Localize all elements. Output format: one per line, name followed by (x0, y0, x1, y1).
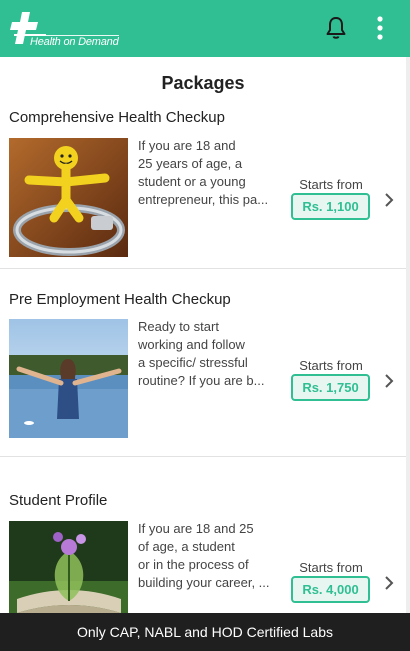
woman-lake-image (9, 319, 128, 438)
package-thumbnail (9, 319, 128, 438)
package-card[interactable]: Student Profile If you are 18 and 25 of … (0, 458, 406, 613)
price-badge[interactable]: Rs. 1,750 (291, 374, 370, 401)
package-thumbnail (9, 521, 128, 613)
package-description: If you are 18 and 25 years of age, a stu… (138, 137, 276, 209)
logo-text: Health on Demand (30, 35, 119, 48)
package-description: If you are 18 and 25 of age, a student o… (138, 520, 276, 592)
description-line: a specific/ stressful (138, 355, 248, 370)
description-line: If you are 18 and (138, 138, 236, 153)
chevron-right-icon[interactable] (383, 192, 395, 208)
description-line: entrepreneur, this pa... (138, 192, 269, 207)
page-title: Packages (161, 73, 245, 93)
book-flower-image (9, 521, 128, 613)
app-screen: Health on Demand Packages Comprehensive … (0, 0, 410, 651)
package-title: Student Profile (9, 492, 108, 509)
overflow-menu-button[interactable] (368, 14, 392, 42)
packages-list[interactable]: Packages Comprehensive Health Checkup If… (0, 57, 410, 613)
description-line: student or a young (138, 174, 246, 189)
chevron-right-icon[interactable] (383, 373, 395, 389)
price-badge[interactable]: Rs. 1,100 (291, 193, 370, 220)
description-line: of age, a student (138, 539, 235, 554)
description-line: If you are 18 and 25 (138, 521, 254, 536)
description-line: 25 years of age, a (138, 156, 243, 171)
package-thumbnail (9, 138, 128, 257)
scrollbar[interactable] (406, 57, 410, 613)
app-logo[interactable]: Health on Demand (8, 7, 132, 51)
certification-banner: Only CAP, NABL and HOD Certified Labs (0, 613, 410, 651)
starts-from-label: Starts from (299, 560, 363, 575)
notifications-button[interactable] (322, 14, 350, 42)
starts-from-label: Starts from (299, 177, 363, 192)
description-line: working and follow (138, 337, 245, 352)
top-app-bar: Health on Demand (0, 0, 410, 57)
package-card[interactable]: Comprehensive Health Checkup If you are … (0, 105, 406, 269)
package-card[interactable]: Pre Employment Health Checkup Ready to s… (0, 270, 406, 457)
package-description: Ready to start working and follow a spec… (138, 318, 276, 390)
description-line: Ready to start (138, 319, 219, 334)
starts-from-label: Starts from (299, 358, 363, 373)
package-title: Comprehensive Health Checkup (9, 109, 225, 126)
description-line: or in the process of (138, 557, 249, 572)
description-line: routine? If you are b... (138, 373, 265, 388)
more-vert-icon (377, 16, 383, 40)
smiley-stethoscope-image (9, 138, 128, 257)
chevron-right-icon[interactable] (383, 575, 395, 591)
price-badge[interactable]: Rs. 4,000 (291, 576, 370, 603)
notification-bell-icon (326, 17, 346, 39)
package-title: Pre Employment Health Checkup (9, 291, 231, 308)
description-line: building your career, ... (138, 575, 270, 590)
